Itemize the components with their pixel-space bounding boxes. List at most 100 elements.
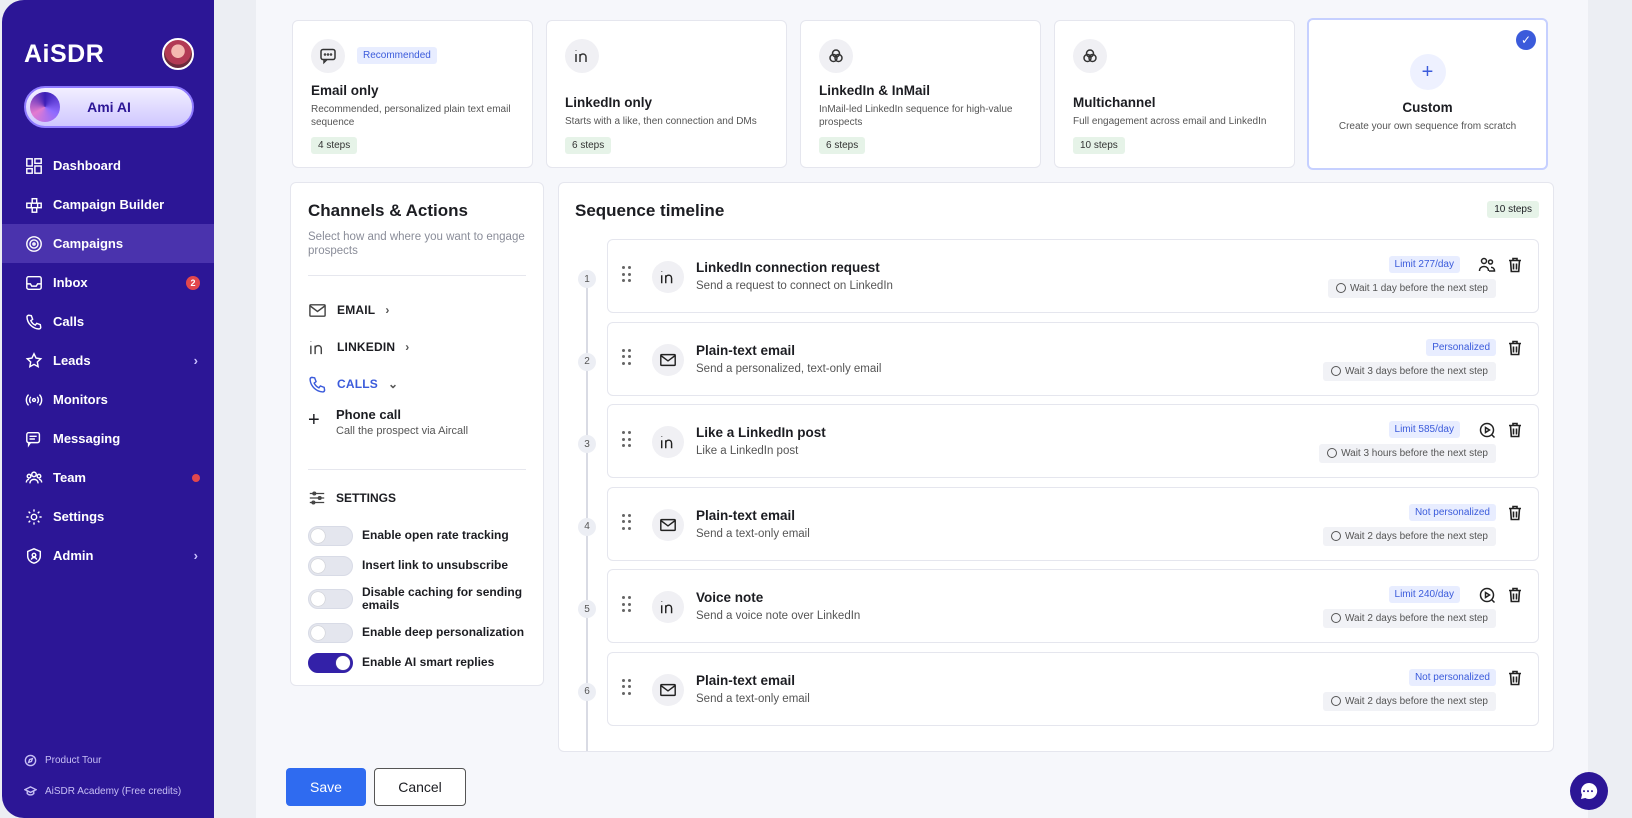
chat-support-button[interactable] (1570, 772, 1608, 810)
sidebar-item-label: Team (53, 470, 86, 485)
template-steps: 4 steps (311, 137, 358, 154)
chevron-right-icon: › (193, 548, 198, 563)
ami-ai-label: Ami AI (87, 99, 131, 115)
trash-icon[interactable] (1508, 257, 1522, 273)
channel-email[interactable]: EMAIL › (308, 292, 526, 329)
chevron-right-icon: › (385, 303, 390, 318)
save-button[interactable]: Save (286, 768, 366, 806)
sidebar-item-settings[interactable]: Settings (2, 497, 214, 536)
mail-icon (309, 303, 326, 317)
toggle-switch[interactable] (308, 589, 353, 610)
sequence-step[interactable]: 2 Plain-text email Send a personalized, te… (578, 321, 1539, 396)
sidebar: AiSDR Ami AI Dashboard Campaign Builder … (2, 0, 214, 818)
mail-icon (652, 673, 684, 706)
academy-label: AiSDR Academy (Free credits) (45, 786, 182, 797)
drag-handle-icon[interactable] (622, 513, 632, 532)
sidebar-nav: Dashboard Campaign Builder Campaigns Inb… (2, 146, 214, 575)
drag-handle-icon[interactable] (622, 266, 632, 284)
sidebar-item-dashboard[interactable]: Dashboard (2, 146, 214, 185)
chat-icon (311, 39, 345, 73)
trash-icon[interactable] (1508, 587, 1522, 603)
drag-handle-icon[interactable] (622, 596, 632, 614)
sidebar-item-label: Monitors (53, 392, 108, 407)
avatar[interactable] (162, 38, 194, 70)
step-desc: Send a text-only email (696, 692, 810, 705)
phone-call-desc: Call the prospect via Aircall (336, 424, 469, 437)
star-person-icon (24, 351, 44, 371)
sidebar-item-campaigns[interactable]: Campaigns (2, 224, 214, 263)
sidebar-item-leads[interactable]: Leads › (2, 341, 214, 380)
play-icon[interactable] (1478, 586, 1496, 604)
chat-icon (1581, 782, 1598, 799)
sidebar-item-inbox[interactable]: Inbox 2 (2, 263, 214, 302)
toggle-switch[interactable] (308, 555, 353, 576)
drag-handle-icon[interactable] (622, 431, 632, 449)
broadcast-icon (24, 390, 44, 410)
channel-calls[interactable]: CALLS ⌄ (308, 366, 526, 403)
sequence-step[interactable]: 6 Plain-text email Send a text-only email N… (578, 651, 1539, 726)
trash-icon[interactable] (1508, 340, 1522, 356)
ami-ai-button[interactable]: Ami AI (24, 86, 194, 128)
dashboard-icon (24, 156, 44, 176)
cancel-button[interactable]: Cancel (374, 768, 466, 806)
recommended-badge: Recommended (357, 47, 437, 64)
setting-label: Disable caching for sending emails (362, 584, 523, 613)
product-tour-label: Product Tour (45, 755, 102, 766)
setting-label: Enable open rate tracking (362, 527, 509, 542)
template-multichannel[interactable]: Multichannel Full engagement across emai… (1054, 20, 1295, 168)
toggle-switch[interactable] (308, 525, 353, 546)
main-content: Recommended Email only Recommended, pers… (256, 0, 1588, 818)
divider (308, 274, 526, 276)
linkedin-icon (652, 426, 684, 458)
play-icon[interactable] (1478, 421, 1496, 439)
sequence-step[interactable]: 3 Like a LinkedIn post Like a LinkedIn pos… (578, 404, 1539, 478)
sidebar-item-monitors[interactable]: Monitors (2, 380, 214, 419)
setting-open-rate-tracking: Enable open rate tracking (308, 525, 526, 546)
step-number: 6 (578, 682, 596, 701)
trash-icon[interactable] (1508, 670, 1522, 686)
phone-call-action[interactable]: + Phone call Call the prospect via Airca… (308, 407, 526, 437)
linkedin-icon (652, 261, 684, 293)
sidebar-item-campaign-builder[interactable]: Campaign Builder (2, 185, 214, 224)
step-desc: Like a LinkedIn post (696, 445, 799, 457)
step-wait: Wait 3 hours before the next step (1319, 444, 1496, 463)
step-title: Voice note (696, 590, 764, 605)
sidebar-item-team[interactable]: Team (2, 458, 214, 497)
toggle-switch[interactable] (308, 653, 353, 674)
step-desc: Send a text-only email (696, 527, 810, 540)
people-icon[interactable] (1478, 256, 1496, 274)
template-title: LinkedIn & InMail (819, 83, 931, 98)
chevron-right-icon: › (193, 353, 198, 368)
setting-label: Enable deep personalization (362, 625, 525, 640)
trash-icon[interactable] (1508, 422, 1522, 438)
trash-icon[interactable] (1508, 505, 1522, 521)
mail-icon (652, 343, 684, 376)
phone-call-title: Phone call (336, 406, 402, 422)
template-linkedin-only[interactable]: LinkedIn only Starts with a like, then c… (546, 20, 787, 168)
sequence-step[interactable]: 1 LinkedIn connection request Send a reque… (578, 239, 1539, 313)
sidebar-item-admin[interactable]: Admin › (2, 536, 214, 575)
setting-disable-caching: Disable caching for sending emails (308, 584, 526, 614)
step-desc: Send a voice note over LinkedIn (696, 610, 861, 622)
channel-linkedin[interactable]: LINKEDIN › (308, 329, 526, 366)
sequence-step[interactable]: 4 Plain-text email Send a text-only email N… (578, 486, 1539, 561)
sidebar-item-calls[interactable]: Calls (2, 302, 214, 341)
academy-link[interactable]: AiSDR Academy (Free credits) (24, 785, 181, 798)
toggle-switch[interactable] (308, 623, 353, 644)
step-wait: Wait 1 day before the next step (1327, 279, 1496, 298)
drag-handle-icon[interactable] (622, 348, 632, 367)
template-custom[interactable]: ✓ + Custom Create your own sequence from… (1307, 18, 1548, 170)
product-tour-link[interactable]: Product Tour (24, 754, 102, 767)
step-title: LinkedIn connection request (696, 260, 880, 275)
inbox-count-badge: 2 (186, 275, 200, 290)
template-linkedin-inmail[interactable]: LinkedIn & InMail InMail-led LinkedIn se… (800, 20, 1041, 168)
drag-handle-icon[interactable] (622, 678, 632, 697)
step-desc: Send a personalized, text-only email (696, 362, 882, 375)
channel-label: LINKEDIN (337, 340, 396, 355)
sidebar-item-label: Calls (53, 314, 85, 329)
template-steps: 10 steps (1073, 136, 1125, 154)
sequence-step[interactable]: 5 Voice note Send a voice note over Linked… (578, 569, 1539, 643)
template-email-only[interactable]: Recommended Email only Recommended, pers… (292, 20, 533, 168)
linkedin-icon (652, 591, 684, 623)
sidebar-item-messaging[interactable]: Messaging (2, 419, 214, 458)
